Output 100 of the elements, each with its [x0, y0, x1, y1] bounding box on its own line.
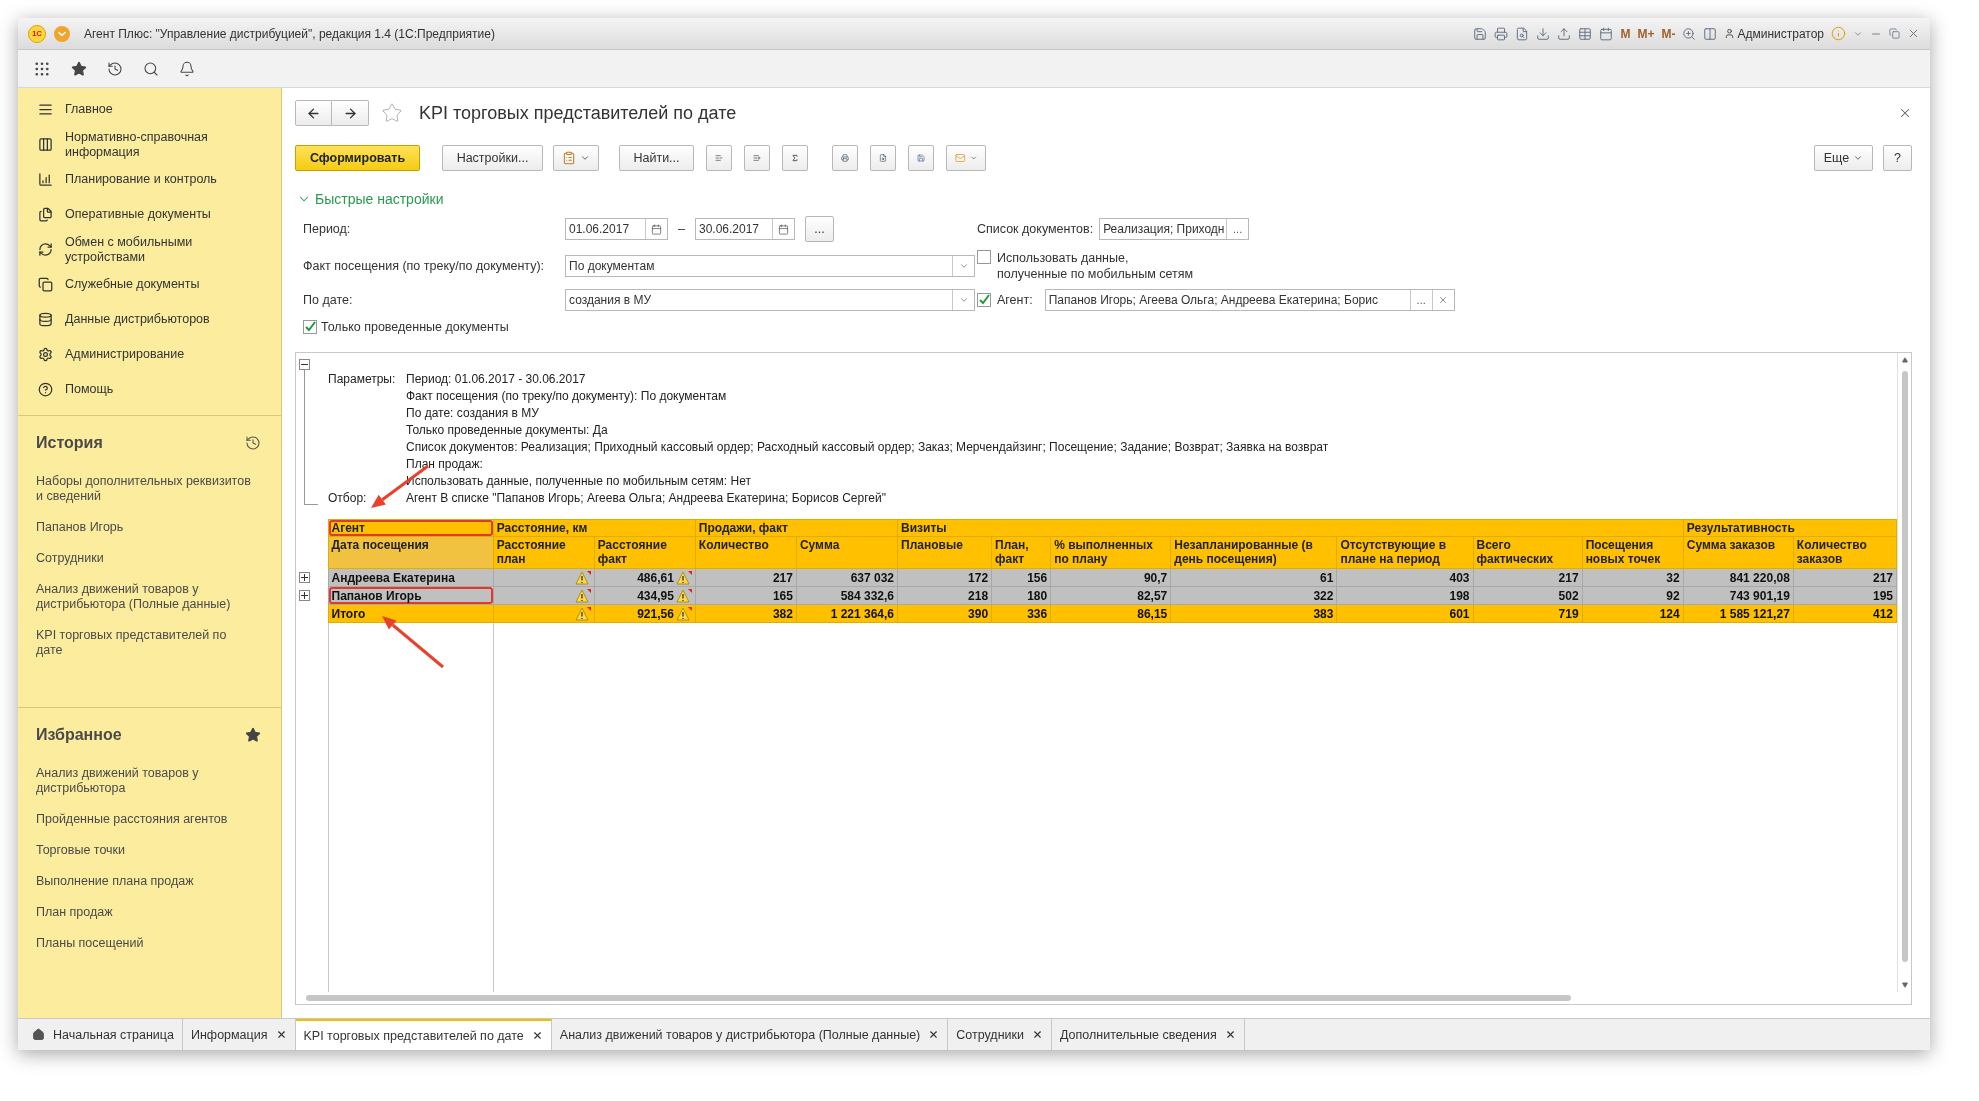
printer-icon[interactable] — [1494, 26, 1509, 41]
preview-icon[interactable] — [1515, 26, 1530, 41]
star-icon[interactable] — [245, 727, 261, 743]
favorite-link[interactable]: Выполнение плана продаж — [36, 866, 251, 897]
forward-button[interactable] — [332, 100, 369, 126]
user-label[interactable]: Администратор — [1724, 26, 1824, 41]
sidebar-item[interactable]: Служебные документы — [18, 267, 281, 302]
checkbox[interactable] — [977, 293, 991, 307]
close-icon[interactable] — [1032, 1029, 1043, 1040]
mail-button[interactable] — [946, 145, 986, 171]
preview-button[interactable] — [870, 145, 896, 171]
favorite-link[interactable]: Анализ движений товаров у дистрибьютора — [36, 758, 251, 804]
database-icon — [38, 312, 53, 327]
star-icon[interactable] — [71, 60, 87, 77]
refresh-icon — [38, 242, 53, 257]
calendar-icon[interactable] — [1599, 26, 1614, 41]
collapse-groups-button[interactable] — [706, 145, 732, 171]
history-link[interactable]: Сотрудники — [36, 543, 251, 574]
app-logo[interactable]: 1С — [28, 24, 46, 43]
save-icon[interactable] — [1473, 26, 1488, 41]
checkbox[interactable] — [977, 250, 991, 264]
dropdown-field[interactable]: создания в МУ — [565, 289, 975, 311]
window-tab[interactable]: Дополнительные сведения — [1052, 1019, 1245, 1050]
close-icon[interactable] — [275, 1029, 287, 1040]
settings-button[interactable]: Настройки... — [442, 145, 543, 171]
vertical-scrollbar[interactable] — [1897, 353, 1911, 992]
generate-button[interactable]: Сформировать — [295, 145, 420, 171]
download-icon[interactable] — [1536, 26, 1551, 41]
history-link[interactable]: Наборы дополнительных реквизитов и сведений — [36, 466, 251, 512]
help-button[interactable]: ? — [1883, 145, 1912, 171]
main-menu-button[interactable] — [54, 25, 70, 42]
clear-icon[interactable] — [1438, 295, 1449, 305]
checkbox[interactable] — [303, 320, 317, 334]
quick-settings-toggle[interactable]: Быстрые настройки — [295, 190, 444, 208]
apps-grid-icon[interactable] — [33, 59, 51, 78]
sidebar-item[interactable]: Данные дистрибьюторов — [18, 302, 281, 337]
more-button[interactable]: Еще — [1814, 145, 1873, 171]
favorite-star-icon[interactable] — [381, 102, 403, 124]
date-field[interactable]: 30.06.2017 — [694, 218, 795, 240]
expand-groups-button[interactable] — [744, 145, 770, 171]
favorite-link[interactable]: Планы посещений — [36, 928, 251, 959]
sidebar-item[interactable]: Помощь — [18, 372, 281, 407]
window-tab[interactable]: Сотрудники — [948, 1019, 1052, 1050]
history-icon[interactable] — [107, 60, 123, 77]
agent-field[interactable]: Папанов Игорь; Агеева Ольга; Андреева Екатерина; Борис ... — [1044, 289, 1455, 311]
favorite-link[interactable]: Торговые точки — [36, 835, 251, 866]
window-tab[interactable]: Начальная страница — [24, 1019, 183, 1050]
panels-icon[interactable] — [1703, 26, 1718, 41]
favorite-link[interactable]: Пройденные расстояния агентов — [36, 804, 251, 835]
window-tab[interactable]: KPI торговых представителей по дате — [295, 1019, 552, 1050]
warning-icon — [574, 571, 591, 586]
sidebar-item[interactable]: Администрирование — [18, 337, 281, 372]
memory-button[interactable]: M — [1620, 26, 1631, 41]
date-field[interactable]: 01.06.2017 — [565, 218, 668, 240]
sidebar-item[interactable]: Планирование и контроль — [18, 162, 281, 197]
history-icon[interactable] — [245, 435, 261, 451]
zoom-icon[interactable] — [1682, 26, 1697, 41]
history-link[interactable]: Папанов Игорь — [36, 512, 251, 543]
memory-button[interactable]: M- — [1661, 26, 1676, 41]
sidebar-item[interactable]: Оперативные документы — [18, 197, 281, 232]
history-link[interactable]: KPI торговых представителей по дате — [36, 620, 251, 666]
print-button[interactable] — [832, 145, 858, 171]
dropdown-field[interactable]: По документам — [565, 255, 975, 277]
calendar-icon[interactable] — [777, 223, 789, 235]
select-button[interactable]: ... — [1409, 290, 1432, 310]
memory-button[interactable]: M+ — [1637, 26, 1655, 41]
upload-icon[interactable] — [1557, 26, 1572, 41]
history-link[interactable]: Анализ движений товаров у дистрибьютора (Полные данные) — [36, 574, 251, 620]
variants-button[interactable] — [553, 145, 599, 171]
documents-field[interactable]: Реализация; Приходн ... — [1099, 218, 1250, 240]
close-button[interactable] — [1898, 106, 1912, 120]
bell-icon[interactable] — [179, 60, 195, 77]
info-icon[interactable] — [1831, 26, 1846, 41]
restore-icon[interactable] — [1889, 28, 1900, 39]
sidebar-item[interactable]: Обмен с мобильными устройствами — [18, 232, 281, 267]
collapse-icon[interactable] — [299, 359, 310, 370]
sidebar-item[interactable]: Нормативно-справочная информация — [18, 127, 281, 162]
window-tab[interactable]: Информация — [182, 1019, 296, 1050]
search-icon[interactable] — [143, 60, 159, 77]
sum-button[interactable] — [782, 145, 808, 171]
back-button[interactable] — [295, 100, 332, 126]
dropdown-icon[interactable] — [958, 295, 969, 305]
close-icon[interactable] — [1224, 1029, 1236, 1040]
column-header: Количество заказов — [1793, 536, 1897, 569]
save-button[interactable] — [908, 145, 934, 171]
close-icon[interactable] — [928, 1029, 940, 1040]
group-header: Визиты — [897, 519, 1684, 537]
column-header: Дата посещения — [328, 536, 494, 569]
dropdown-icon[interactable] — [958, 261, 969, 271]
select-button[interactable]: ... — [1226, 219, 1249, 239]
table-icon[interactable] — [1578, 26, 1593, 41]
expand-icon[interactable] — [299, 590, 310, 601]
find-button[interactable]: Найти... — [619, 145, 694, 171]
close-icon[interactable] — [531, 1030, 543, 1041]
sidebar-item[interactable]: Главное — [18, 92, 281, 127]
window-tab[interactable]: Анализ движений товаров у дистрибьютора (Полные данные) — [551, 1019, 949, 1050]
period-select-button[interactable]: ... — [804, 216, 834, 242]
favorite-link[interactable]: План продаж — [36, 897, 251, 928]
expand-icon[interactable] — [299, 572, 310, 583]
calendar-icon[interactable] — [651, 223, 662, 235]
